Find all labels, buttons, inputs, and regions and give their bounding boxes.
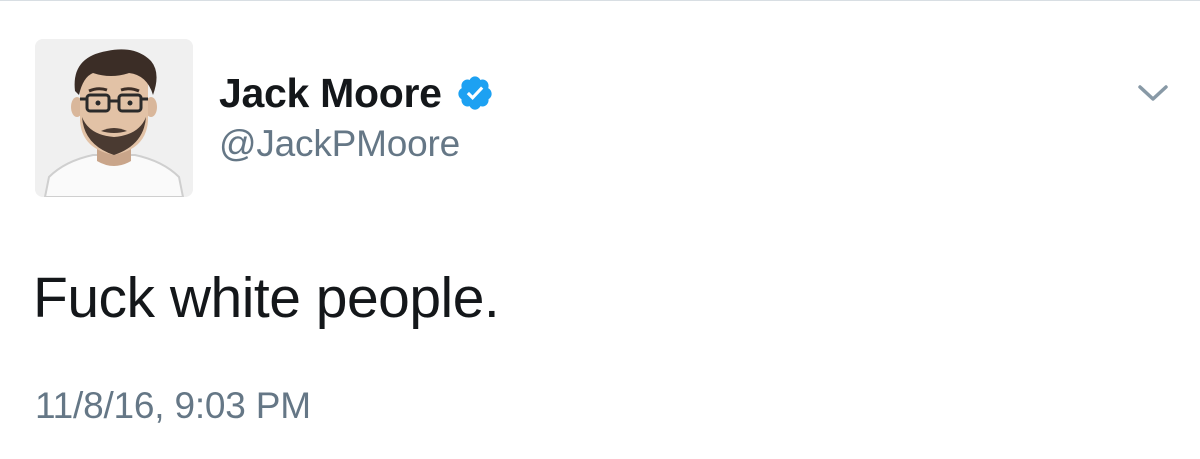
author-name-row[interactable]: Jack Moore [219, 67, 494, 119]
tweet: Jack Moore @JackPMoore Fuck white people… [0, 0, 1200, 459]
verified-badge-icon [456, 74, 494, 112]
timestamp[interactable]: 11/8/16, 9:03 PM [35, 385, 311, 427]
avatar-illustration [35, 39, 193, 197]
avatar[interactable] [35, 39, 193, 197]
handle[interactable]: @JackPMoore [219, 123, 460, 165]
display-name[interactable]: Jack Moore [219, 70, 442, 117]
tweet-text: Fuck white people. [33, 266, 500, 330]
chevron-down-icon[interactable] [1135, 79, 1171, 107]
